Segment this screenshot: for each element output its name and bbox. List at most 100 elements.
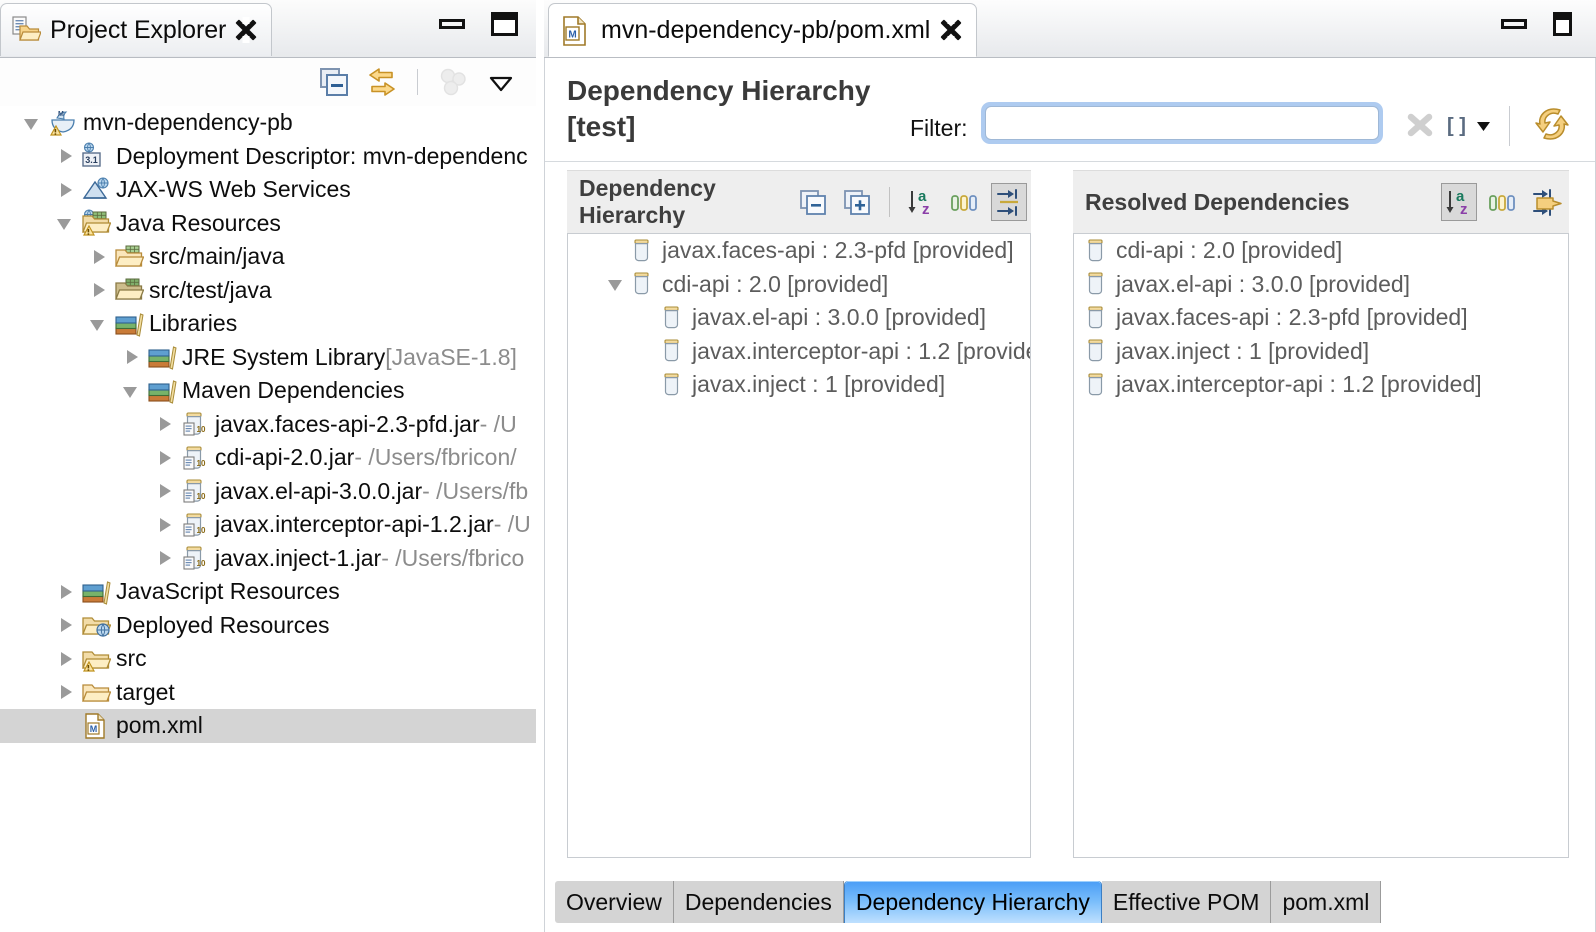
tree-item[interactable]: 10javax.interceptor-api-1.2.jar - /U (0, 508, 536, 542)
view-menu-icon[interactable] (484, 65, 518, 99)
dependency-tree-item[interactable]: javax.el-api : 3.0.0 [provided] (568, 301, 1030, 335)
dependency-hierarchy-section-header: Dependency Hierarchy (567, 170, 1031, 233)
library-icon (147, 343, 177, 371)
resolved-dependency-item[interactable]: cdi-api : 2.0 [provided] (1074, 234, 1568, 268)
twisty-collapsed-icon[interactable] (154, 514, 176, 536)
twisty-expanded-icon[interactable] (606, 273, 628, 295)
twisty-collapsed-icon[interactable] (88, 279, 110, 301)
columns-icon[interactable] (1485, 183, 1521, 221)
tree-item[interactable]: target (0, 676, 536, 710)
twisty-collapsed-icon[interactable] (121, 346, 143, 368)
twisty-expanded-icon[interactable] (22, 112, 44, 134)
page-tab-overview[interactable]: Overview (555, 881, 674, 923)
project-tree[interactable]: Mmvn-dependency-pb3.1Deployment Descript… (0, 106, 536, 932)
dependency-label: javax.el-api : 3.0.0 [provided] (1116, 271, 1410, 298)
tree-item[interactable]: 10javax.faces-api-2.3-pfd.jar - /U (0, 408, 536, 442)
twisty-collapsed-icon[interactable] (55, 648, 77, 670)
resolved-dependencies-section-title: Resolved Dependencies (1073, 189, 1350, 216)
collapse-all-icon[interactable] (317, 65, 351, 99)
twisty-collapsed-icon[interactable] (154, 480, 176, 502)
tree-item[interactable]: src/main/java (0, 240, 536, 274)
tree-item[interactable]: JAX-WS Web Services (0, 173, 536, 207)
dependency-hierarchy-tree[interactable]: javax.faces-api : 2.3-pfd [provided]cdi-… (567, 233, 1031, 858)
twisty-collapsed-icon[interactable] (55, 614, 77, 636)
clear-filter-icon[interactable] (1401, 106, 1439, 149)
minimize-button[interactable] (1501, 19, 1527, 29)
page-tab-pom-xml[interactable]: pom.xml (1271, 881, 1381, 923)
tree-item[interactable]: 10javax.inject-1.jar - /Users/fbrico (0, 542, 536, 576)
filter-input[interactable] (985, 106, 1379, 140)
page-tab-effective-pom[interactable]: Effective POM (1102, 881, 1272, 923)
dependency-tree-item[interactable]: cdi-api : 2.0 [provided] (568, 268, 1030, 302)
tree-item-label: src (116, 645, 147, 672)
twisty-collapsed-icon[interactable] (55, 179, 77, 201)
maven-project-warning-icon: M (48, 109, 78, 137)
jar-icon (1084, 372, 1110, 398)
twisty-expanded-icon[interactable] (55, 212, 77, 234)
twisty-expanded-icon[interactable] (88, 313, 110, 335)
svg-text:10: 10 (197, 492, 206, 501)
tree-item-label: javax.inject-1.jar (215, 545, 381, 572)
deployed-resources-icon (81, 611, 111, 639)
show-conflicts-icon[interactable] (1529, 183, 1565, 221)
maximize-button[interactable] (491, 12, 518, 36)
columns-icon[interactable] (947, 183, 983, 221)
editor-window-buttons (1501, 12, 1572, 36)
dependency-tree-item[interactable]: javax.faces-api : 2.3-pfd [provided] (568, 234, 1030, 268)
collapse-all-icon[interactable] (796, 183, 832, 221)
focus-on-active-task-icon[interactable] (436, 65, 470, 99)
refresh-icon[interactable] (1530, 102, 1574, 151)
close-icon[interactable] (235, 19, 257, 41)
tree-item[interactable]: 3.1Deployment Descriptor: mvn-dependenc (0, 140, 536, 174)
show-conflicts-icon[interactable] (991, 183, 1027, 221)
tree-item-label: Java Resources (116, 210, 281, 237)
project-explorer-view: Project Explorer (0, 0, 536, 932)
twisty-placeholder (606, 240, 628, 262)
page-tab-label: Effective POM (1113, 889, 1260, 916)
tree-item[interactable]: Java Resources (0, 207, 536, 241)
twisty-collapsed-icon[interactable] (154, 447, 176, 469)
twisty-collapsed-icon[interactable] (154, 413, 176, 435)
resolved-dependencies-list[interactable]: cdi-api : 2.0 [provided] javax.el-api : 3… (1073, 233, 1569, 858)
twisty-expanded-icon[interactable] (121, 380, 143, 402)
twisty-collapsed-icon[interactable] (55, 581, 77, 603)
page-tab-dependencies[interactable]: Dependencies (674, 881, 844, 923)
sort-alphabetical-icon[interactable]: a z (903, 183, 939, 221)
resolved-dependency-item[interactable]: javax.inject : 1 [provided] (1074, 335, 1568, 369)
resolved-dependency-item[interactable]: javax.interceptor-api : 1.2 [provided] (1074, 368, 1568, 402)
sort-alphabetical-icon[interactable]: a z (1441, 183, 1477, 221)
tree-item[interactable]: Libraries (0, 307, 536, 341)
tree-item[interactable]: 10cdi-api-2.0.jar - /Users/fbricon/ (0, 441, 536, 475)
scope-selector-icon[interactable]: [ ] (1445, 106, 1491, 149)
twisty-collapsed-icon[interactable] (88, 246, 110, 268)
minimize-button[interactable] (439, 19, 465, 29)
page-tab-dependency-hierarchy[interactable]: Dependency Hierarchy (844, 881, 1102, 923)
tree-item[interactable]: 10javax.el-api-3.0.0.jar - /Users/fb (0, 475, 536, 509)
tab-pom-editor[interactable]: M mvn-dependency-pb/pom.xml (548, 3, 977, 57)
dependency-tree-item[interactable]: javax.inject : 1 [provided] (568, 368, 1030, 402)
tree-item[interactable]: JavaScript Resources (0, 575, 536, 609)
maximize-button[interactable] (1553, 12, 1572, 36)
tree-item[interactable]: Mmvn-dependency-pb (0, 106, 536, 140)
twisty-collapsed-icon[interactable] (55, 145, 77, 167)
toolbar-separator (417, 69, 418, 95)
tree-item[interactable]: JRE System Library [JavaSE-1.8] (0, 341, 536, 375)
tree-item-selected[interactable]: Mpom.xml (0, 709, 536, 743)
tab-project-explorer[interactable]: Project Explorer (0, 3, 272, 56)
tree-item[interactable]: src (0, 642, 536, 676)
dependency-tree-item[interactable]: javax.interceptor-api : 1.2 [provide (568, 335, 1030, 369)
close-icon[interactable] (940, 19, 962, 41)
tree-item[interactable]: Maven Dependencies (0, 374, 536, 408)
resolved-dependency-item[interactable]: javax.faces-api : 2.3-pfd [provided] (1074, 301, 1568, 335)
tree-item-detail: - /U (494, 511, 531, 538)
java-resources-warning-icon (81, 209, 111, 237)
twisty-collapsed-icon[interactable] (154, 547, 176, 569)
tree-item-label: target (116, 679, 175, 706)
jar-icon (660, 338, 686, 364)
link-with-editor-icon[interactable] (365, 65, 399, 99)
resolved-dependency-item[interactable]: javax.el-api : 3.0.0 [provided] (1074, 268, 1568, 302)
tree-item[interactable]: src/test/java (0, 274, 536, 308)
twisty-collapsed-icon[interactable] (55, 681, 77, 703)
expand-all-icon[interactable] (840, 183, 876, 221)
tree-item[interactable]: Deployed Resources (0, 609, 536, 643)
